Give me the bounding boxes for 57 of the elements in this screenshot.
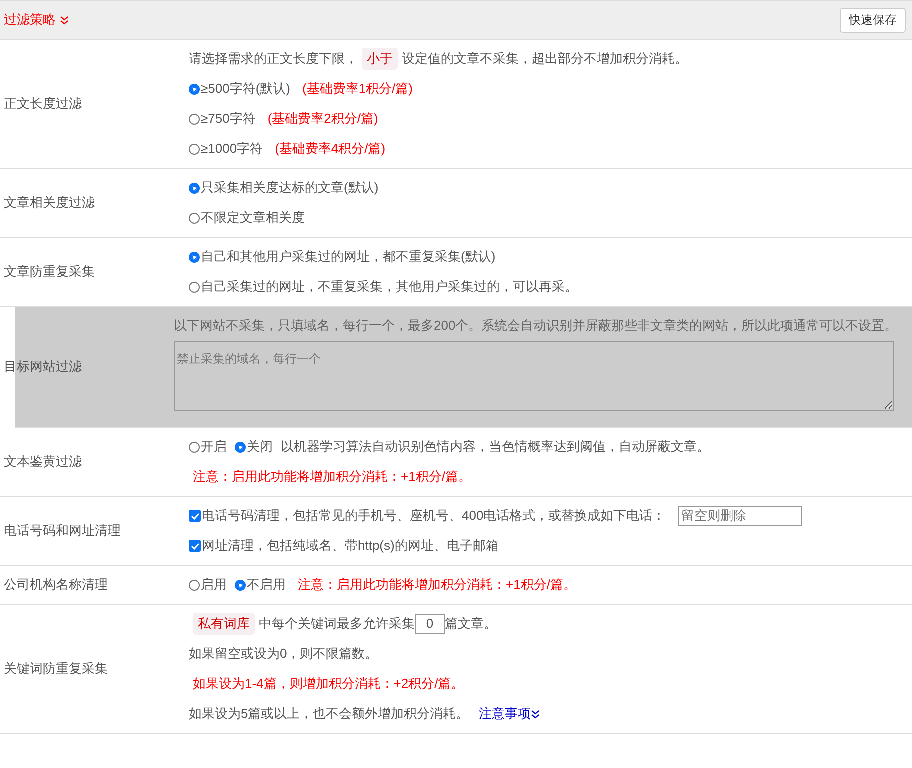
row-label: 文章相关度过滤 <box>3 194 96 212</box>
warning-text: 注意：启用此功能将增加积分消耗：+1积分/篇。 <box>298 576 576 594</box>
checkbox[interactable] <box>189 510 201 522</box>
notes-link[interactable]: 注意事项 <box>479 699 540 729</box>
row-label: 文本鉴黄过滤 <box>3 453 83 471</box>
row-label: 正文长度过滤 <box>3 95 83 113</box>
radio-button[interactable] <box>189 182 200 194</box>
radio-label[interactable]: 自己采集过的网址，不重复采集，其他用户采集过的，可以再采。 <box>201 272 578 302</box>
radio-label[interactable]: 只采集相关度达标的文章(默认) <box>201 173 379 203</box>
radio-button[interactable] <box>189 282 200 292</box>
description-text: 以下网站不采集，只填域名，每行一个，最多200个。系统会自动识别并屏蔽那些非文章类的网站，所以此项通常可以不设置。 <box>174 317 898 335</box>
radio-button[interactable] <box>189 84 200 94</box>
radio-label[interactable]: 不限定文章相关度 <box>201 203 305 233</box>
description-text: 请选择需求的正文长度下限， <box>189 50 358 68</box>
radio-label[interactable]: 不启用 <box>247 570 286 600</box>
radio-label[interactable]: 关闭 <box>247 432 273 462</box>
radio-label[interactable]: ≥1000字符 <box>201 134 264 164</box>
description-text: 中每个关键词最多允许采集 <box>259 615 415 633</box>
row-label: 目标网站过滤 <box>4 358 83 376</box>
warning-text: (基础费率2积分/篇) <box>268 110 378 128</box>
radio-button[interactable] <box>189 580 200 590</box>
number-input-field[interactable]: 0 <box>415 614 445 634</box>
radio-label[interactable]: ≥750字符 <box>201 104 256 134</box>
radio-button[interactable] <box>189 114 200 124</box>
row-label: 电话号码和网址清理 <box>3 522 122 540</box>
warning-text: (基础费率4积分/篇) <box>275 140 386 158</box>
radio-button[interactable] <box>235 580 246 590</box>
warning-text: (基础费率1积分/篇) <box>302 80 413 98</box>
radio-button[interactable] <box>189 144 200 154</box>
radio-label[interactable]: ≥500字符(默认) <box>201 74 290 104</box>
radio-button[interactable] <box>189 212 200 224</box>
domain-text-area[interactable]: 禁止采集的域名，每行一个 <box>174 341 894 411</box>
warning-text: 如果设为1-4篇，则增加积分消耗：+2积分/篇。 <box>193 675 464 693</box>
warning-text: 注意：启用此功能将增加积分消耗：+1积分/篇。 <box>193 468 472 486</box>
radio-label[interactable]: 开启 <box>201 432 227 462</box>
keyword-tag: 私有词库 <box>193 613 255 635</box>
keyword-tag: 小于 <box>362 48 398 70</box>
description-text: 设定值的文章不采集，超出部分不增加积分消耗。 <box>402 50 688 68</box>
checkbox-label[interactable]: 网址清理，包括纯域名、带http(s)的网址、电子邮箱 <box>202 531 499 561</box>
description-text: 如果设为5篇或以上，也不会额外增加积分消耗。 <box>189 705 470 723</box>
double-chevron-icon <box>60 16 69 24</box>
description-text: 如果留空或设为0，则不限篇数。 <box>189 645 378 663</box>
row-label: 公司机构名称清理 <box>3 576 109 594</box>
checkbox-label[interactable]: 电话号码清理，包括常见的手机号、座机号、400电话格式，或替换成如下电话： <box>202 501 666 531</box>
phone-input-field[interactable]: 留空则删除 <box>678 506 802 526</box>
description-text: 篇文章。 <box>445 615 497 633</box>
radio-label[interactable]: 自己和其他用户采集过的网址，都不重复采集(默认) <box>201 242 496 272</box>
row-label: 文章防重复采集 <box>3 263 96 281</box>
chevron-icon <box>531 710 540 718</box>
description-text: 以机器学习算法自动识别色情内容，当色情概率达到阈值，自动屏蔽文章。 <box>281 438 710 456</box>
row-label: 关键词防重复采集 <box>3 660 109 678</box>
radio-button[interactable] <box>189 252 200 262</box>
checkbox[interactable] <box>189 540 201 552</box>
radio-button[interactable] <box>235 442 246 452</box>
quick-save-button[interactable]: 快速保存 <box>840 8 906 32</box>
radio-button[interactable] <box>189 442 200 452</box>
radio-label[interactable]: 启用 <box>201 570 227 600</box>
